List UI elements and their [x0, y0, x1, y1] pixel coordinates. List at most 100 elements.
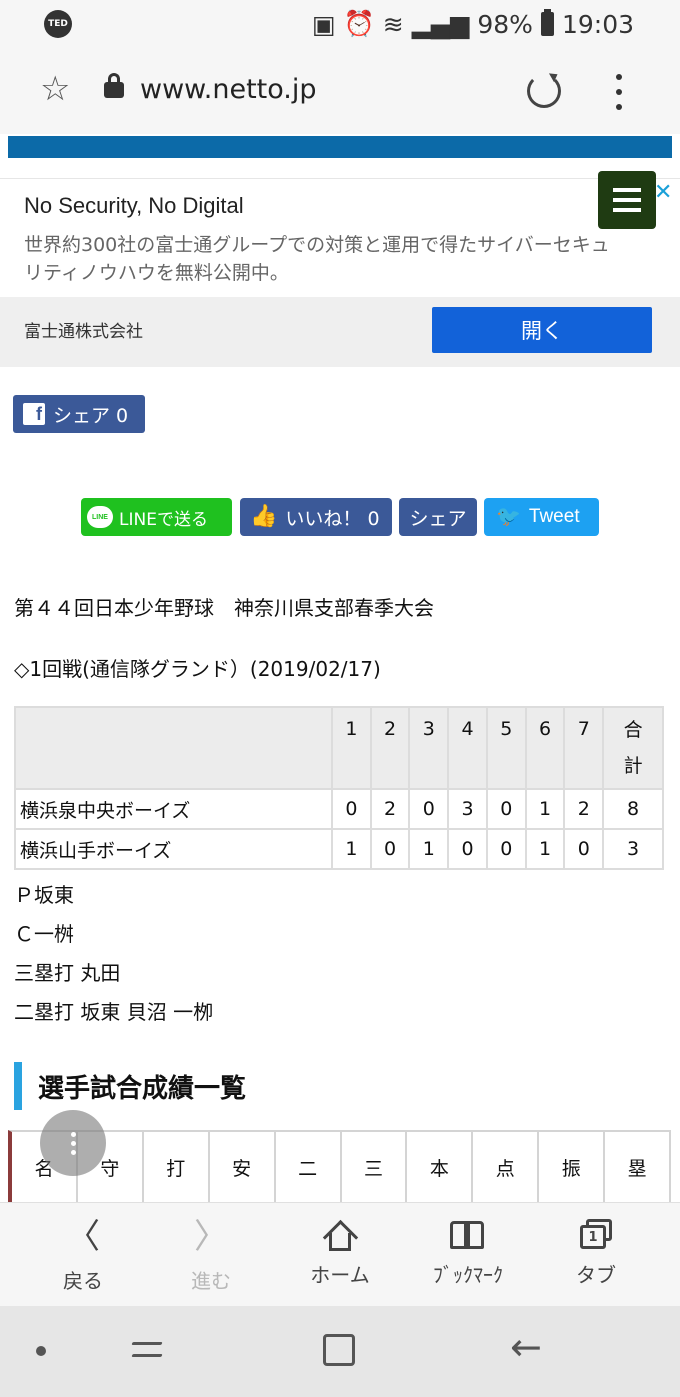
score-table: 1 2 3 4 5 6 7 合計 横浜泉中央ボーイズ 0 2 0 3 0 1 2… — [14, 706, 664, 870]
inning-header: 1 — [333, 708, 370, 788]
tabs-button[interactable]: 1 タブ — [531, 1203, 661, 1307]
inning-header: 5 — [487, 708, 525, 788]
battery-percent: 98% — [477, 9, 533, 39]
ad-footer: 富士通株式会社 開く — [0, 297, 680, 367]
table-row: 横浜山手ボーイズ 1 0 1 0 0 1 0 3 — [16, 830, 662, 868]
inning-header: 3 — [410, 708, 448, 788]
team-name: 横浜泉中央ボーイズ — [16, 790, 331, 828]
twitter-bird-icon: 🐦 — [496, 506, 521, 528]
article-headline: 第４４回日本少年野球 神奈川県支部春季大会 — [14, 596, 434, 620]
inning-score: 0 — [449, 830, 486, 868]
stats-col-header: 三 — [342, 1132, 408, 1202]
reload-icon[interactable] — [527, 74, 561, 108]
bookmarks-button[interactable]: ﾌﾞｯｸﾏｰｸ — [403, 1203, 533, 1307]
clock: 19:03 — [561, 9, 634, 39]
back-label: 戻る — [63, 1269, 103, 1293]
more-menu-icon[interactable] — [612, 74, 626, 110]
stats-col-header: 打 — [144, 1132, 210, 1202]
chevron-right-icon: 〉 — [194, 1217, 228, 1257]
forward-button[interactable]: 〉 進む — [146, 1203, 276, 1307]
battery-icon — [540, 9, 554, 36]
tabs-label: タブ — [576, 1263, 616, 1287]
note-line: Ｐ坂東 — [14, 883, 74, 907]
stats-col-header: 二 — [276, 1132, 342, 1202]
inning-header: 7 — [565, 708, 603, 788]
ad-open-button[interactable]: 開く — [432, 307, 652, 353]
browser-bottom-bar: 〈 戻る 〉 進む ホーム ﾌﾞｯｸﾏｰｸ 1 タブ — [0, 1202, 680, 1306]
lock-icon[interactable] — [104, 73, 124, 98]
inning-header: 2 — [371, 708, 409, 788]
ad-title[interactable]: No Security, No Digital — [24, 193, 244, 219]
nfc-icon: ▣ — [311, 9, 336, 39]
star-icon[interactable]: ☆ — [40, 72, 70, 106]
inning-score: 0 — [565, 830, 603, 868]
book-icon — [450, 1221, 486, 1251]
inning-score: 0 — [487, 830, 525, 868]
line-icon: LINE — [87, 506, 113, 528]
site-header-band — [8, 136, 672, 158]
line-send-button[interactable]: LINE LINEで送る — [81, 498, 232, 536]
inning-score: 2 — [371, 790, 409, 828]
url-field[interactable]: www.netto.jp — [140, 74, 317, 105]
wifi-icon: ≋ — [382, 9, 404, 39]
address-bar: ☆ www.netto.jp — [0, 48, 680, 134]
back-arrow-icon[interactable]: ← — [510, 1328, 542, 1366]
stats-col-header: 振 — [539, 1132, 606, 1202]
home-button[interactable]: ホーム — [275, 1203, 405, 1307]
status-bar: TED ▣ ⏰ ≋ ▂▄▆ 98% 19:03 — [0, 0, 680, 48]
inning-score: 0 — [333, 790, 370, 828]
inning-score: 0 — [410, 790, 448, 828]
ad-close-icon[interactable]: ✕ — [654, 179, 672, 205]
facebook-share-label: シェア 0 — [53, 404, 129, 427]
note-line: Ｃ一桝 — [14, 922, 74, 946]
android-navigation-bar: ← — [0, 1306, 680, 1397]
recent-apps-icon[interactable] — [130, 1332, 166, 1366]
tabs-icon: 1 — [578, 1219, 614, 1251]
home-label: ホーム — [310, 1263, 370, 1287]
thumbs-up-icon: 👍 — [250, 504, 278, 529]
inning-header: 4 — [449, 708, 486, 788]
total-score: 8 — [604, 790, 662, 828]
inning-score: 0 — [371, 830, 409, 868]
status-icons: ▣ ⏰ ≋ ▂▄▆ 98% 19:03 — [312, 8, 634, 40]
table-row: 横浜泉中央ボーイズ 0 2 0 3 0 1 2 8 — [16, 790, 662, 828]
inning-header: 6 — [526, 708, 564, 788]
stats-col-header: 塁 — [627, 1157, 647, 1180]
inning-score: 0 — [487, 790, 525, 828]
nav-dot-icon[interactable] — [36, 1346, 46, 1356]
inning-score: 1 — [526, 830, 564, 868]
stats-col-header: 点 — [473, 1132, 540, 1202]
inning-score: 1 — [333, 830, 370, 868]
ad-hamburger-icon[interactable] — [598, 171, 656, 229]
home-square-icon[interactable] — [323, 1334, 355, 1366]
ad-banner[interactable]: No Security, No Digital 世界約300社の富士通グループで… — [0, 171, 680, 367]
alarm-icon: ⏰ — [343, 9, 375, 38]
inning-score: 3 — [449, 790, 486, 828]
stats-col-header: 本 — [407, 1132, 474, 1202]
floating-more-icon[interactable] — [40, 1110, 106, 1176]
ad-description[interactable]: 世界約300社の富士通グループでの対策と運用で得たサイバーセキュリティノウハウを… — [24, 231, 624, 287]
game-notes: Ｐ坂東 Ｃ一桝 三塁打 丸田 二塁打 坂東 貝沼 一栁 — [14, 876, 213, 1032]
stats-table-header: 名 守 打 安 二 三 本 点 振 塁 — [8, 1130, 671, 1202]
total-header: 合計 — [604, 708, 662, 788]
forward-label: 進む — [191, 1269, 231, 1293]
back-button[interactable]: 〈 戻る — [18, 1203, 148, 1307]
note-line: 三塁打 丸田 — [14, 961, 121, 985]
facebook-share-button-2[interactable]: シェア — [399, 498, 477, 536]
facebook-share-button[interactable]: f シェア 0 — [13, 395, 145, 433]
signal-icon: ▂▄▆ — [411, 9, 470, 39]
tab-count: 1 — [580, 1225, 606, 1249]
tweet-label: Tweet — [528, 506, 580, 527]
tweet-button[interactable]: 🐦 Tweet — [484, 498, 599, 536]
note-line: 二塁打 坂東 貝沼 一栁 — [14, 1000, 214, 1024]
total-score: 3 — [604, 830, 662, 868]
section-accent-bar — [14, 1062, 22, 1110]
score-header-corner — [16, 708, 331, 788]
line-send-label: LINEで送る — [119, 509, 208, 530]
stats-col-header: 安 — [210, 1132, 276, 1202]
chevron-left-icon: 〈 — [66, 1217, 100, 1257]
ted-app-icon: TED — [44, 10, 72, 38]
facebook-icon: f — [23, 403, 45, 425]
facebook-like-button[interactable]: 👍 いいね！ 0 — [240, 498, 392, 536]
team-name: 横浜山手ボーイズ — [16, 830, 331, 868]
